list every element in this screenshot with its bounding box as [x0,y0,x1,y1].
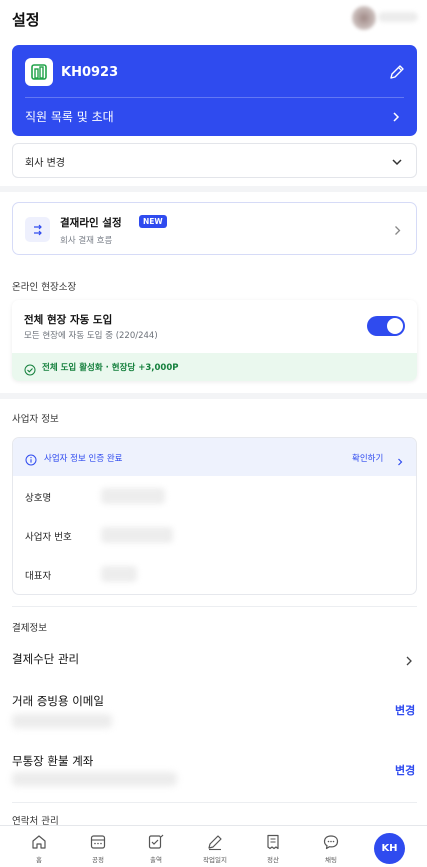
refund-account-label: 무통장 환불 계좌 [12,754,94,768]
profile-name-redacted [378,12,418,22]
approval-line-button[interactable]: 결재라인 설정 NEW 회사 결재 흐름 [12,202,417,255]
representative-value-redacted [101,566,137,582]
auto-adopt-title: 전체 현장 자동 도입 [24,314,113,326]
receipt-icon [264,833,282,851]
representative-label: 대표자 [25,571,52,582]
company-name-value-redacted [101,488,165,504]
nav-label: 홈 [36,856,42,864]
approval-line-title: 결재라인 설정 [60,217,122,229]
chevron-down-icon [390,154,404,168]
schedule-icon [89,833,107,851]
header: 설정 [0,0,427,38]
nav-label: 정산 [267,856,279,864]
auto-adopt-subtitle: 모든 현장에 자동 도입 중 (220/244) [24,331,158,341]
nav-item-settlement[interactable]: 정산 [248,826,298,867]
billing-email-change-button[interactable]: 변경 [395,702,415,718]
building-icon [25,58,53,86]
approval-flow-icon [25,217,50,242]
benefit-banner: 전체 도입 활성화 · 현장당 +3,000P [12,353,417,381]
attendance-icon [147,833,165,851]
company-change-dropdown[interactable]: 회사 변경 [12,143,417,178]
billing-email-value-redacted [12,714,112,728]
nav-item-attendance[interactable]: 출역 [131,826,181,867]
company-code: KH0923 [61,65,119,80]
verified-text: 사업자 정보 인증 완료 [44,454,123,464]
chevron-right-icon [395,452,405,466]
business-number-value-redacted [101,527,173,543]
payment-section-title: 결제정보 [12,623,47,634]
section-separator [0,393,427,399]
page-title: 설정 [12,11,40,29]
nav-item-worklog[interactable]: 작업일지 [190,826,240,867]
company-card: KH0923 직원 목록 및 초대 [12,45,417,136]
chevron-right-icon [403,652,415,666]
verified-banner[interactable]: 사업자 정보 인증 완료 확인하기 [13,438,416,476]
refund-account-value-redacted [12,772,177,786]
online-manager-card: 전체 현장 자동 도입 모든 현장에 자동 도입 중 (220/244) 전체 … [12,300,417,381]
nav-label: 작업일지 [203,856,227,864]
online-manager-section-title: 온라인 현장소장 [12,282,77,293]
chat-icon [322,833,340,851]
approval-line-subtitle: 회사 결재 흐름 [60,236,113,246]
billing-email-label: 거래 증빙용 이메일 [12,694,104,708]
business-number-label: 사업자 번호 [25,532,72,543]
info-icon [25,451,37,466]
nav-label: 출역 [150,856,162,864]
edit-icon[interactable] [388,63,406,81]
staff-list-label: 직원 목록 및 초대 [25,110,114,124]
check-circle-icon [24,361,36,376]
payment-method-label: 결제수단 관리 [12,652,80,666]
nav-label: 공정 [92,856,104,864]
auto-adopt-toggle[interactable] [367,316,405,336]
new-badge: NEW [139,215,167,228]
staff-list-button[interactable]: 직원 목록 및 초대 [12,98,417,136]
nav-item-schedule[interactable]: 공정 [73,826,123,867]
chevron-right-icon [389,109,403,123]
section-separator [0,186,427,192]
bottom-nav: 홈 공정 출역 작업일지 정산 채팅 KH [0,825,427,867]
toggle-knob [387,318,403,334]
home-icon [30,833,48,851]
verify-link[interactable]: 확인하기 [352,452,383,464]
benefit-text: 전체 도입 활성화 · 현장당 +3,000P [42,363,179,373]
pencil-icon [206,833,224,851]
business-info-section-title: 사업자 정보 [12,414,59,425]
section-divider [12,802,417,803]
chevron-right-icon [391,222,404,235]
company-change-label: 회사 변경 [25,158,65,169]
nav-item-chat[interactable]: 채팅 [306,826,356,867]
section-divider [12,606,417,607]
nav-label: 채팅 [325,856,337,864]
nav-item-home[interactable]: 홈 [14,826,64,867]
profile-avatar[interactable] [352,6,376,30]
business-info-card: 사업자 정보 인증 완료 확인하기 상호명 사업자 번호 대표자 [12,437,417,595]
refund-account-change-button[interactable]: 변경 [395,762,415,778]
profile-avatar-button[interactable]: KH [374,833,405,864]
company-name-label: 상호명 [25,493,52,504]
